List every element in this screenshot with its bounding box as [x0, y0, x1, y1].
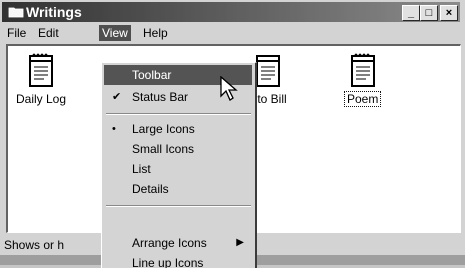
menu-bar: File Edit View Help [2, 24, 462, 42]
minimize-button[interactable]: _ [402, 5, 420, 21]
menu-separator [106, 113, 251, 115]
file-label: Daily Log [16, 92, 67, 106]
submenu-arrow-icon: ▶ [236, 237, 244, 248]
menu-item-line-up-icons[interactable]: Line up Icons [104, 253, 252, 268]
menu-help[interactable]: Help [140, 25, 171, 41]
maximize-button[interactable]: □ [420, 5, 438, 21]
file-item[interactable]: Poem [344, 52, 382, 107]
menu-item-small-icons[interactable]: Small Icons [104, 139, 252, 159]
folder-icon [8, 7, 24, 18]
document-icon [256, 55, 281, 87]
checkmark-icon: ✔ [112, 91, 122, 103]
title-bar[interactable]: Writings _ □ × [2, 2, 460, 22]
menu-item-arrange-icons[interactable]: Arrange Icons ▶ [104, 233, 252, 253]
menu-item-large-icons[interactable]: • Large Icons [104, 119, 252, 139]
close-button[interactable]: × [440, 5, 458, 21]
mouse-pointer-icon [220, 76, 238, 101]
menu-file[interactable]: File [4, 25, 29, 41]
document-icon [350, 53, 375, 87]
status-text: Shows or h [4, 238, 65, 252]
menu-item-list[interactable]: List [104, 159, 252, 179]
menu-separator [106, 205, 251, 207]
menu-view[interactable]: View [99, 25, 131, 41]
window-title: Writings [26, 4, 82, 20]
explorer-window: Writings _ □ × File Edit View Help Daily… [0, 0, 465, 268]
document-icon [29, 53, 54, 87]
file-item[interactable]: Daily Log [14, 52, 68, 106]
menu-edit[interactable]: Edit [35, 25, 62, 41]
radio-bullet-icon: • [112, 123, 116, 135]
file-label: Poem [344, 91, 382, 107]
menu-item-details[interactable]: Details [104, 179, 252, 199]
